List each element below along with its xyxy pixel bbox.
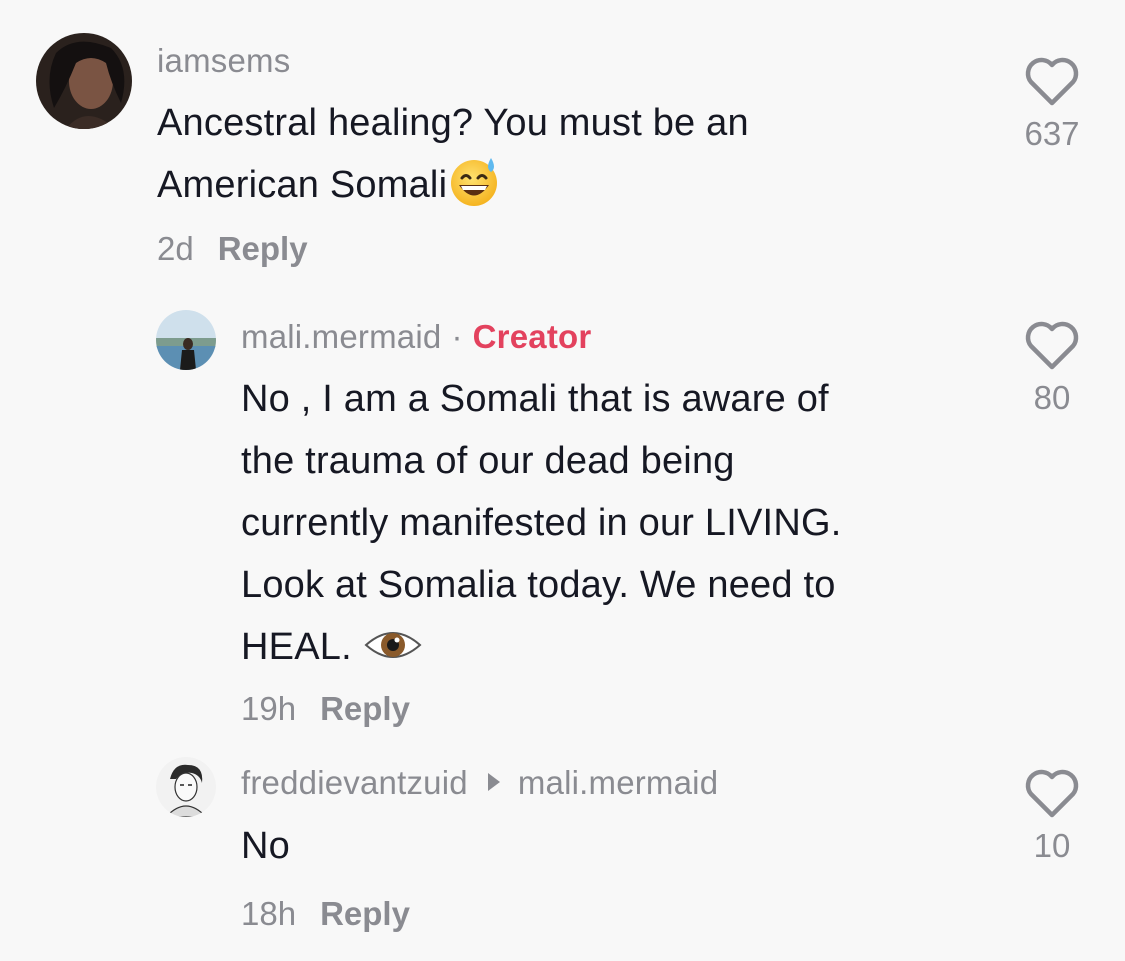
comment-meta: 19h Reply bbox=[241, 690, 410, 728]
comment-text-line: Look at Somalia today. We need to bbox=[241, 564, 836, 606]
eye-emoji bbox=[363, 618, 423, 680]
comment-text-line: Ancestral healing? You must be an bbox=[157, 102, 749, 144]
heart-icon bbox=[1025, 769, 1079, 818]
comment-username[interactable]: iamsems bbox=[157, 42, 290, 80]
like-button[interactable]: 10 bbox=[1012, 768, 1092, 865]
comment-text-line: American Somali bbox=[157, 154, 749, 219]
avatar[interactable] bbox=[156, 310, 216, 370]
comment-username: mali.mermaid · Creator bbox=[241, 318, 591, 356]
comment-time: 2d bbox=[157, 230, 194, 267]
comment-text-line: the trauma of our dead being bbox=[241, 440, 735, 482]
comment-meta: 18h Reply bbox=[241, 895, 410, 933]
avatar[interactable] bbox=[156, 757, 216, 817]
comment-text-segment: HEAL. bbox=[241, 626, 352, 668]
like-count: 637 bbox=[1024, 115, 1080, 152]
like-count: 10 bbox=[1033, 827, 1071, 864]
like-button[interactable]: 80 bbox=[1012, 320, 1092, 417]
creator-badge: Creator bbox=[472, 318, 592, 355]
badge-separator: · bbox=[451, 318, 463, 355]
comment-text-line: currently manifested in our LIVING. bbox=[241, 502, 842, 544]
comment-time: 19h bbox=[241, 690, 297, 727]
username-text[interactable]: freddievantzuid bbox=[241, 764, 468, 801]
grinning-sweat-emoji bbox=[447, 154, 501, 219]
like-count: 80 bbox=[1033, 379, 1071, 416]
comment-text-line: No , I am a Somali that is aware of bbox=[241, 378, 829, 420]
avatar[interactable] bbox=[36, 33, 132, 129]
username-text[interactable]: mali.mermaid bbox=[241, 318, 441, 355]
heart-icon bbox=[1025, 321, 1079, 370]
comment-text-segment: American Somali bbox=[157, 164, 448, 206]
comment-meta: 2d Reply bbox=[157, 230, 308, 268]
reply-button[interactable]: Reply bbox=[320, 690, 410, 727]
reply-button[interactable]: Reply bbox=[218, 230, 308, 267]
reply-button[interactable]: Reply bbox=[320, 895, 410, 932]
comment-text-line: HEAL. bbox=[241, 616, 841, 680]
comment-time: 18h bbox=[241, 895, 297, 932]
like-button[interactable]: 637 bbox=[1012, 56, 1092, 153]
comment-text: Ancestral healing? You must be an Americ… bbox=[157, 92, 749, 219]
comment-text: No bbox=[241, 825, 290, 867]
reply-arrow-icon bbox=[487, 773, 500, 792]
reply-to-username[interactable]: mali.mermaid bbox=[518, 764, 718, 801]
comment-text: No , I am a Somali that is aware of the … bbox=[241, 368, 841, 680]
heart-icon bbox=[1025, 57, 1079, 106]
comment-username: freddievantzuid mali.mermaid bbox=[241, 764, 718, 802]
